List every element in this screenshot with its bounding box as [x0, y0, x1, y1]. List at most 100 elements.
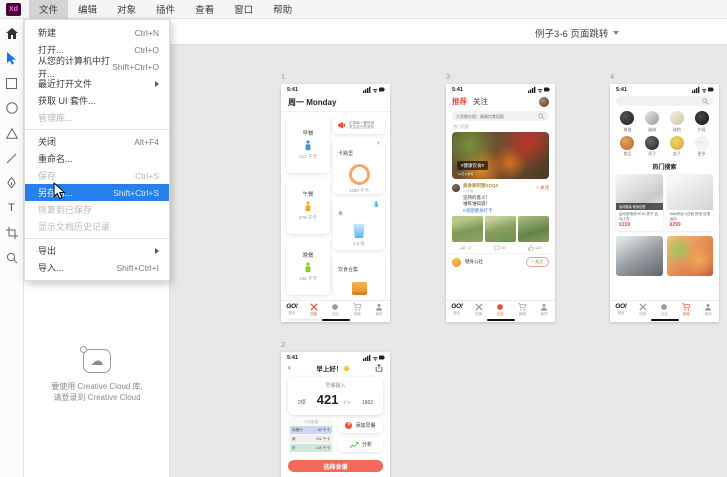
canvas[interactable]: 1 3 4 2 5:41 周一 Monday 早餐 412 千卡 — [170, 45, 727, 477]
tab-diet[interactable]: 饮食 — [303, 301, 325, 318]
tab-diet[interactable]: 饮食 — [632, 301, 654, 318]
post-photo[interactable] — [452, 216, 483, 242]
category-protection[interactable]: 护具 — [690, 111, 713, 133]
menu-item-import[interactable]: 导入...Shift+Ctrl+I — [25, 259, 169, 276]
topic-hashtag[interactable]: #健康饮食# — [457, 161, 488, 170]
artboard-2-number[interactable]: 2 — [281, 340, 285, 349]
artboard-4-number[interactable]: 4 — [610, 72, 614, 81]
tab-home[interactable]: GO!首页 — [610, 301, 632, 318]
droplet-icon[interactable]: 💧 — [373, 201, 380, 208]
tab-shop[interactable]: 商城 — [511, 301, 533, 318]
user-name[interactable]: 健身公社 — [465, 259, 483, 265]
search-icon[interactable] — [538, 113, 545, 120]
follow-button[interactable]: + 关注 — [536, 185, 549, 191]
ellipse-tool-icon[interactable] — [4, 100, 20, 116]
menu-help[interactable]: 帮助 — [263, 0, 302, 19]
category-yoga[interactable]: 瑜伽 — [616, 111, 639, 133]
artboard-1-number[interactable]: 1 — [281, 72, 285, 81]
select-tool-icon[interactable] — [4, 50, 20, 66]
menu-item-rename[interactable]: 重命名... — [25, 150, 169, 167]
post-photo[interactable] — [518, 216, 549, 242]
feed-post[interactable]: 美食家阿狸SOQZ 2小时前 + 关注 坚持的意义！ 谁练谁知道！ #减肥健身打… — [446, 180, 555, 253]
category-equipment[interactable]: 器械 — [641, 111, 664, 133]
add-breakfast-button[interactable]: + 添加早餐 — [338, 418, 383, 433]
tab-profile[interactable]: 我的 — [697, 301, 719, 318]
plus-icon[interactable]: + — [376, 141, 380, 147]
artboard-tool-icon[interactable] — [4, 225, 20, 241]
tab-shop[interactable]: 商城 — [346, 301, 368, 318]
calorie-card[interactable]: 卡路里 + 1280 千卡 — [333, 138, 385, 194]
tab-bar: GO!首页 饮食 社区 商城 我的 — [610, 300, 719, 318]
product-card[interactable]: Nike耐克小白鞋 舒适 百搭 运动 ¥299 — [667, 174, 714, 231]
artboard-2[interactable]: 5:41 ‹ 早上好！ 早餐摄入 2项 421 千卡 1982 — [281, 352, 390, 477]
post-avatar[interactable] — [452, 184, 460, 192]
menu-view[interactable]: 查看 — [185, 0, 224, 19]
tab-shop[interactable]: 商城 — [675, 301, 697, 318]
tab-recommend[interactable]: 推荐 — [452, 96, 467, 107]
tab-follow[interactable]: 关注 — [473, 96, 488, 107]
analyze-button[interactable]: 分析 — [338, 437, 383, 452]
announcement-banner[interactable]: 记录每一餐时刻 关注自己的变化 — [333, 116, 385, 134]
pen-tool-icon[interactable] — [4, 175, 20, 191]
tab-community[interactable]: 社区 — [654, 301, 676, 318]
menu-file[interactable]: 文件 — [29, 0, 68, 19]
topic-image[interactable]: #健康饮食# 12万人参与 — [452, 132, 549, 179]
water-card[interactable]: 水 💧 1.5 升 — [333, 198, 385, 250]
artboard-3-number[interactable]: 3 — [446, 72, 450, 81]
post-hashtag[interactable]: #减肥健身打卡 — [463, 208, 549, 214]
menu-plugins[interactable]: 插件 — [146, 0, 185, 19]
suggested-user-row[interactable]: 健身公社 + 关注 — [446, 253, 555, 270]
rectangle-tool-icon[interactable] — [4, 75, 20, 91]
tab-community[interactable]: 社区 — [325, 301, 347, 318]
search-icon[interactable] — [702, 98, 709, 105]
tab-community[interactable]: 社区 — [490, 301, 512, 318]
text-tool-icon[interactable]: T — [4, 200, 20, 216]
search-bar[interactable] — [616, 96, 713, 106]
category-more[interactable]: ···更多 — [690, 136, 713, 158]
tab-profile[interactable]: 我的 — [533, 301, 555, 318]
search-input[interactable] — [456, 114, 538, 119]
meal-card-dinner[interactable]: 晚餐 495 千卡 — [286, 238, 330, 295]
tab-home[interactable]: GO!首页 — [281, 301, 303, 318]
menu-item-get-ui-kits[interactable]: 获取 UI 套件... — [25, 92, 169, 109]
zoom-tool-icon[interactable] — [4, 250, 20, 266]
share-icon[interactable] — [375, 364, 383, 372]
menu-edit[interactable]: 编辑 — [68, 0, 107, 19]
tab-profile[interactable]: 我的 — [368, 301, 390, 318]
artboard-4[interactable]: 5:41 瑜伽 器械 球拍 护具 食品 男子 女子 ···更多 热门搜索 — [610, 84, 719, 322]
share-action[interactable]: 12 — [460, 245, 471, 251]
tab-diet[interactable]: 饮食 — [468, 301, 490, 318]
category-racket[interactable]: 球拍 — [666, 111, 689, 133]
document-title[interactable]: 例子3-6 页面跳转 — [535, 26, 619, 40]
menu-item-save-as[interactable]: 另存为...Shift+Ctrl+S — [25, 184, 169, 201]
menu-item-export[interactable]: 导出 — [25, 242, 169, 259]
menu-item-open-from-computer[interactable]: 从您的计算机中打开...Shift+Ctrl+O — [25, 58, 169, 75]
search-bar[interactable] — [452, 111, 549, 121]
user-avatar[interactable] — [452, 258, 461, 267]
tab-home[interactable]: GO!首页 — [446, 301, 468, 318]
menu-window[interactable]: 窗口 — [224, 0, 263, 19]
category-men[interactable]: 男子 — [641, 136, 664, 158]
menu-object[interactable]: 对象 — [107, 0, 146, 19]
diary-card[interactable]: 饮食合集 — [333, 254, 385, 300]
meal-card-breakfast[interactable]: 早餐 412 千卡 — [286, 116, 330, 173]
product-image-card[interactable] — [667, 236, 714, 276]
comment-action[interactable]: 36 — [494, 245, 505, 251]
menu-item-new[interactable]: 新建Ctrl+N — [25, 24, 169, 41]
meal-card-lunch[interactable]: 午餐 578 千卡 — [286, 177, 330, 234]
post-photo[interactable] — [485, 216, 516, 242]
follow-pill-button[interactable]: + 关注 — [526, 257, 549, 267]
product-card[interactable]: 运动套装 修身百搭 运动防晒衣HKTA 男子 运动上衣 ¥159 — [616, 174, 663, 231]
like-action[interactable]: 128 — [528, 245, 541, 251]
artboard-3[interactable]: 5:41 推荐 关注 热门话题 #健康饮食# 12万人参与 — [446, 84, 555, 322]
polygon-tool-icon[interactable] — [4, 125, 20, 141]
category-food[interactable]: 食品 — [616, 136, 639, 158]
menu-item-close[interactable]: 关闭Alt+F4 — [25, 133, 169, 150]
product-image-card[interactable] — [616, 236, 663, 276]
artboard-1[interactable]: 5:41 周一 Monday 早餐 412 千卡 午餐 578 千卡 — [281, 84, 390, 322]
avatar[interactable] — [539, 97, 549, 107]
home-icon[interactable] — [4, 25, 20, 41]
category-women[interactable]: 女子 — [666, 136, 689, 158]
line-tool-icon[interactable] — [4, 150, 20, 166]
choose-food-button[interactable]: 选择食谱 — [288, 460, 383, 472]
